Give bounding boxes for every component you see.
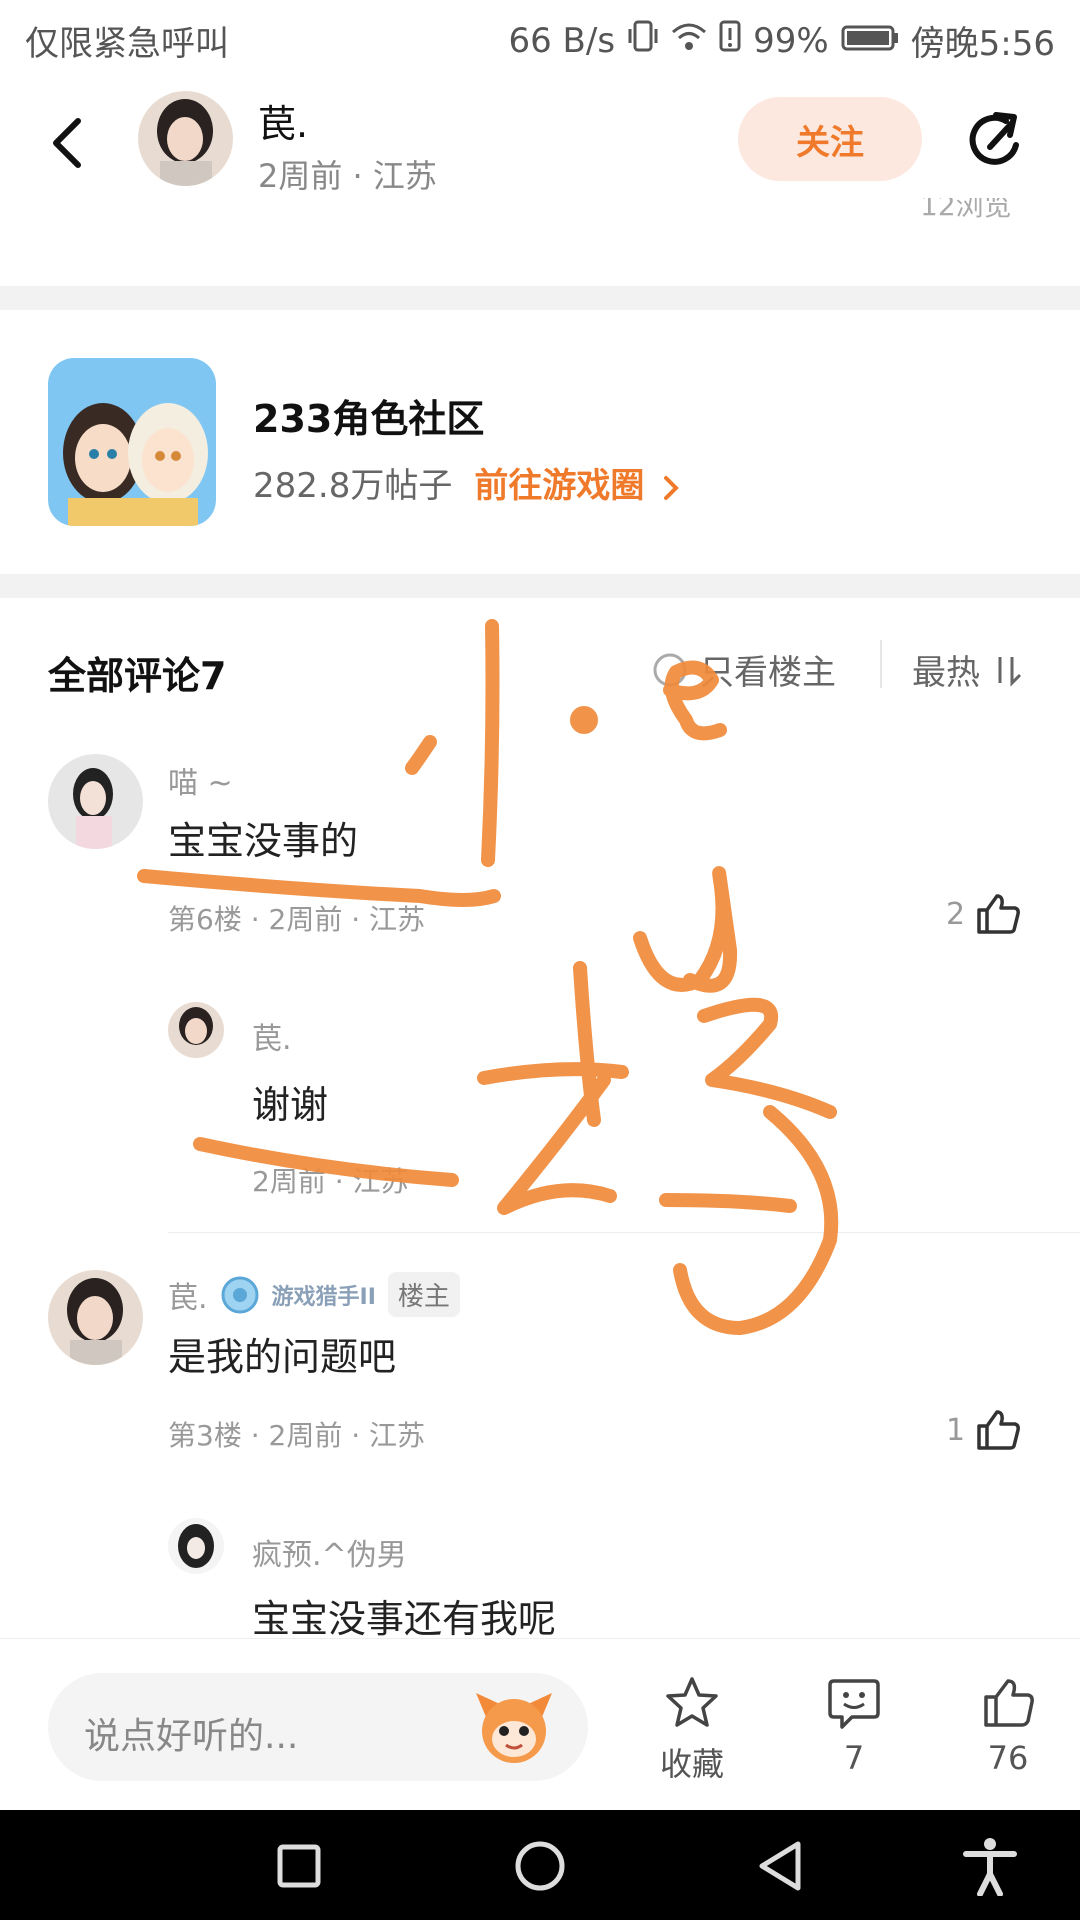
thumbs-up-icon <box>977 894 1021 934</box>
alert-icon <box>719 20 741 61</box>
owner-tag: 楼主 <box>387 1272 460 1317</box>
comment-meta: 第3楼 · 2周前 · 江苏 <box>168 1419 426 1452</box>
reply-name[interactable]: 疯预.^伪男 <box>252 1530 407 1574</box>
commenter-header: 苠. 游戏猎手II 楼主 <box>168 1272 460 1317</box>
collect-button[interactable]: 收藏 <box>632 1675 752 1785</box>
accessibility-icon[interactable] <box>962 1836 1018 1900</box>
recents-icon[interactable] <box>276 1843 322 1893</box>
clock: 傍晚5:56 <box>910 24 1055 64</box>
author-avatar[interactable] <box>138 91 233 186</box>
author-name[interactable]: 苠. <box>258 93 308 148</box>
comment-count-button[interactable]: 7 <box>794 1675 914 1777</box>
reply-meta: 2周前 · 江苏 <box>252 1165 409 1198</box>
back-nav-icon[interactable] <box>756 1840 804 1896</box>
only-owner-toggle[interactable]: 只看楼主 <box>652 645 836 694</box>
reply-text: 宝宝没事还有我呢 <box>252 1597 557 1641</box>
post-meta: 2周前 · 江苏 <box>258 157 437 195</box>
community-stats: 282.8万帖子 前往游戏圈 <box>253 458 680 507</box>
community-posts-count: 282.8万帖子 <box>253 466 453 506</box>
status-right: 66 B/s 99% 傍晚5:56 <box>508 16 1055 65</box>
like-count: 76 <box>987 1739 1029 1777</box>
follow-button[interactable]: 关注 <box>738 97 922 181</box>
comment-meta: 第6楼 · 2周前 · 江苏 <box>168 903 426 936</box>
post-header: 苠. 2周前 · 江苏 关注 <box>0 75 1080 205</box>
comment-text: 是我的问题吧 <box>168 1335 397 1379</box>
comments-title: 全部评论7 <box>48 654 227 698</box>
star-icon <box>666 1677 718 1727</box>
divider <box>0 574 1080 598</box>
filter-divider <box>880 640 882 688</box>
home-icon[interactable] <box>514 1840 566 1896</box>
user-badge-label: 游戏猎手II <box>271 1284 376 1310</box>
commenter-avatar[interactable] <box>48 754 143 849</box>
comment-input-placeholder: 说点好听的... <box>84 1716 299 1757</box>
community-icon[interactable] <box>48 358 216 526</box>
thumbs-up-icon <box>984 1679 1034 1727</box>
comment-like-button[interactable]: 2 <box>946 892 1021 936</box>
comment-text: 宝宝没事的 <box>168 819 359 863</box>
game-hunter-badge-icon <box>221 1276 259 1313</box>
battery-text: 99% <box>753 20 829 61</box>
reply-avatar[interactable] <box>168 1518 224 1574</box>
views-count-truncated: 12浏览 <box>920 198 1012 222</box>
share-icon[interactable] <box>966 109 1030 177</box>
reply-name[interactable]: 苠. <box>252 1014 292 1058</box>
like-post-button[interactable]: 76 <box>948 1675 1068 1777</box>
radio-icon <box>653 653 687 686</box>
like-count: 1 <box>946 1412 966 1448</box>
reply-avatar[interactable] <box>168 1002 224 1058</box>
chevron-right-icon <box>664 475 680 500</box>
commenter-name[interactable]: 苠. <box>168 1273 208 1317</box>
status-carrier-text: 仅限紧急呼叫 <box>25 24 229 64</box>
comment-divider <box>168 1232 1080 1233</box>
sort-icon <box>998 656 1022 687</box>
comment-like-button[interactable]: 1 <box>946 1408 1021 1452</box>
wifi-icon <box>671 21 707 61</box>
network-speed: 66 B/s <box>508 20 616 61</box>
reply-text: 谢谢 <box>252 1083 329 1127</box>
go-to-community-link[interactable]: 前往游戏圈 <box>474 458 680 507</box>
system-nav-bar <box>0 1810 1080 1920</box>
back-icon[interactable] <box>48 115 88 175</box>
collect-label: 收藏 <box>659 1745 724 1783</box>
battery-icon <box>841 21 899 61</box>
comment-bubble-icon <box>828 1679 880 1729</box>
commenter-avatar[interactable] <box>48 1270 143 1365</box>
thumbs-up-icon <box>977 1410 1021 1450</box>
comment-count: 7 <box>843 1739 865 1777</box>
community-name[interactable]: 233角色社区 <box>253 388 484 443</box>
vibrate-icon <box>627 19 659 62</box>
status-bar: 仅限紧急呼叫 66 B/s 99% 傍晚5:56 <box>0 0 1080 75</box>
sort-hot-button[interactable]: 最热 <box>912 645 1022 694</box>
divider <box>0 286 1080 310</box>
commenter-name[interactable]: 喵 ~ <box>168 758 233 802</box>
mascot-emoji-icon[interactable] <box>472 1687 556 1771</box>
bottom-action-bar: 说点好听的... 收藏 7 76 <box>0 1638 1080 1811</box>
like-count: 2 <box>946 896 966 932</box>
comment-input[interactable]: 说点好听的... <box>48 1673 588 1781</box>
